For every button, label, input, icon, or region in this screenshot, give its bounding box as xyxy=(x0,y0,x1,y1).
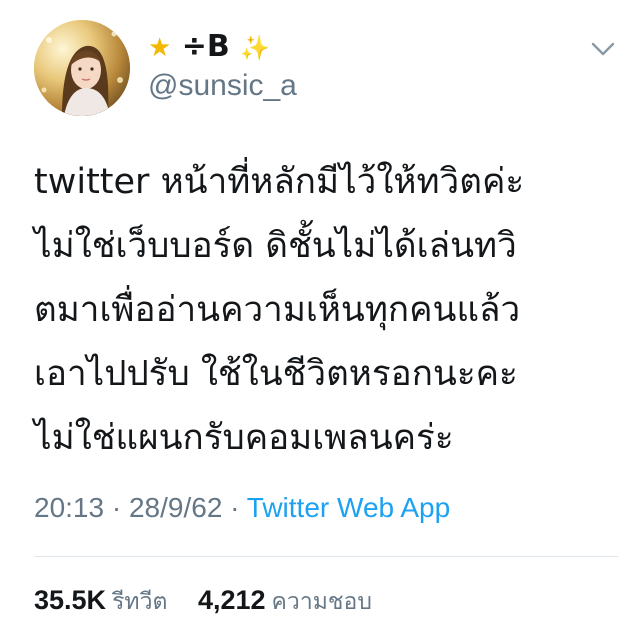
retweets-stat[interactable]: 35.5K รีทวีต xyxy=(34,585,168,616)
likes-label: ความชอบ xyxy=(271,589,372,615)
retweets-count: 35.5K xyxy=(34,585,107,615)
divider xyxy=(34,556,618,557)
tweet-text-line: ไม่ใช่เว็บบอร์ด ดิชั้นไม่ได้เล่นทวิ xyxy=(34,226,517,266)
meta-separator: · xyxy=(230,492,240,523)
tweet-card: ★ ÷B ✨ @sunsic_a twitter หน้าที่หลักมีไว… xyxy=(0,0,640,640)
likes-count: 4,212 xyxy=(197,585,266,615)
display-name-text: ÷B xyxy=(181,29,230,64)
sparkles-icon: ✨ xyxy=(240,34,271,62)
tweet-header: ★ ÷B ✨ @sunsic_a xyxy=(34,12,624,116)
tweet-meta: 20:13 · 28/9/62 · Twitter Web App xyxy=(34,490,450,526)
likes-stat[interactable]: 4,212 ความชอบ xyxy=(197,585,372,616)
chevron-down-icon[interactable] xyxy=(590,40,616,58)
star-icon: ★ xyxy=(148,33,172,63)
avatar[interactable] xyxy=(34,20,130,116)
retweets-label: รีทวีต xyxy=(112,589,168,615)
meta-separator: · xyxy=(111,492,122,523)
tweet-date: 28/9/62 xyxy=(128,492,223,523)
tweet-text-line: ไม่ใช่แผนกรับคอมเพลนคร่ะ xyxy=(34,418,454,458)
tweet-stats: 35.5K รีทวีต 4,212 ความชอบ xyxy=(34,582,372,620)
tweet-text-line: twitter หน้าที่หลักมีไว้ให้ทวิตค่ะ xyxy=(34,162,525,202)
tweet-text: twitter หน้าที่หลักมีไว้ให้ทวิตค่ะ ไม่ใช… xyxy=(34,150,624,470)
display-name[interactable]: ★ ÷B ✨ xyxy=(148,30,270,65)
tweet-text-line: ตมาเพื่ออ่านความเห็นทุกคนแล้ว xyxy=(34,290,521,330)
avatar-photo xyxy=(34,20,130,116)
tweet-source-link[interactable]: Twitter Web App xyxy=(247,492,450,523)
tweet-time: 20:13 xyxy=(34,492,105,523)
user-handle[interactable]: @sunsic_a xyxy=(148,68,297,104)
tweet-text-line: เอาไปปรับ ใช้ในชีวิตหรอกนะคะ xyxy=(34,354,518,394)
